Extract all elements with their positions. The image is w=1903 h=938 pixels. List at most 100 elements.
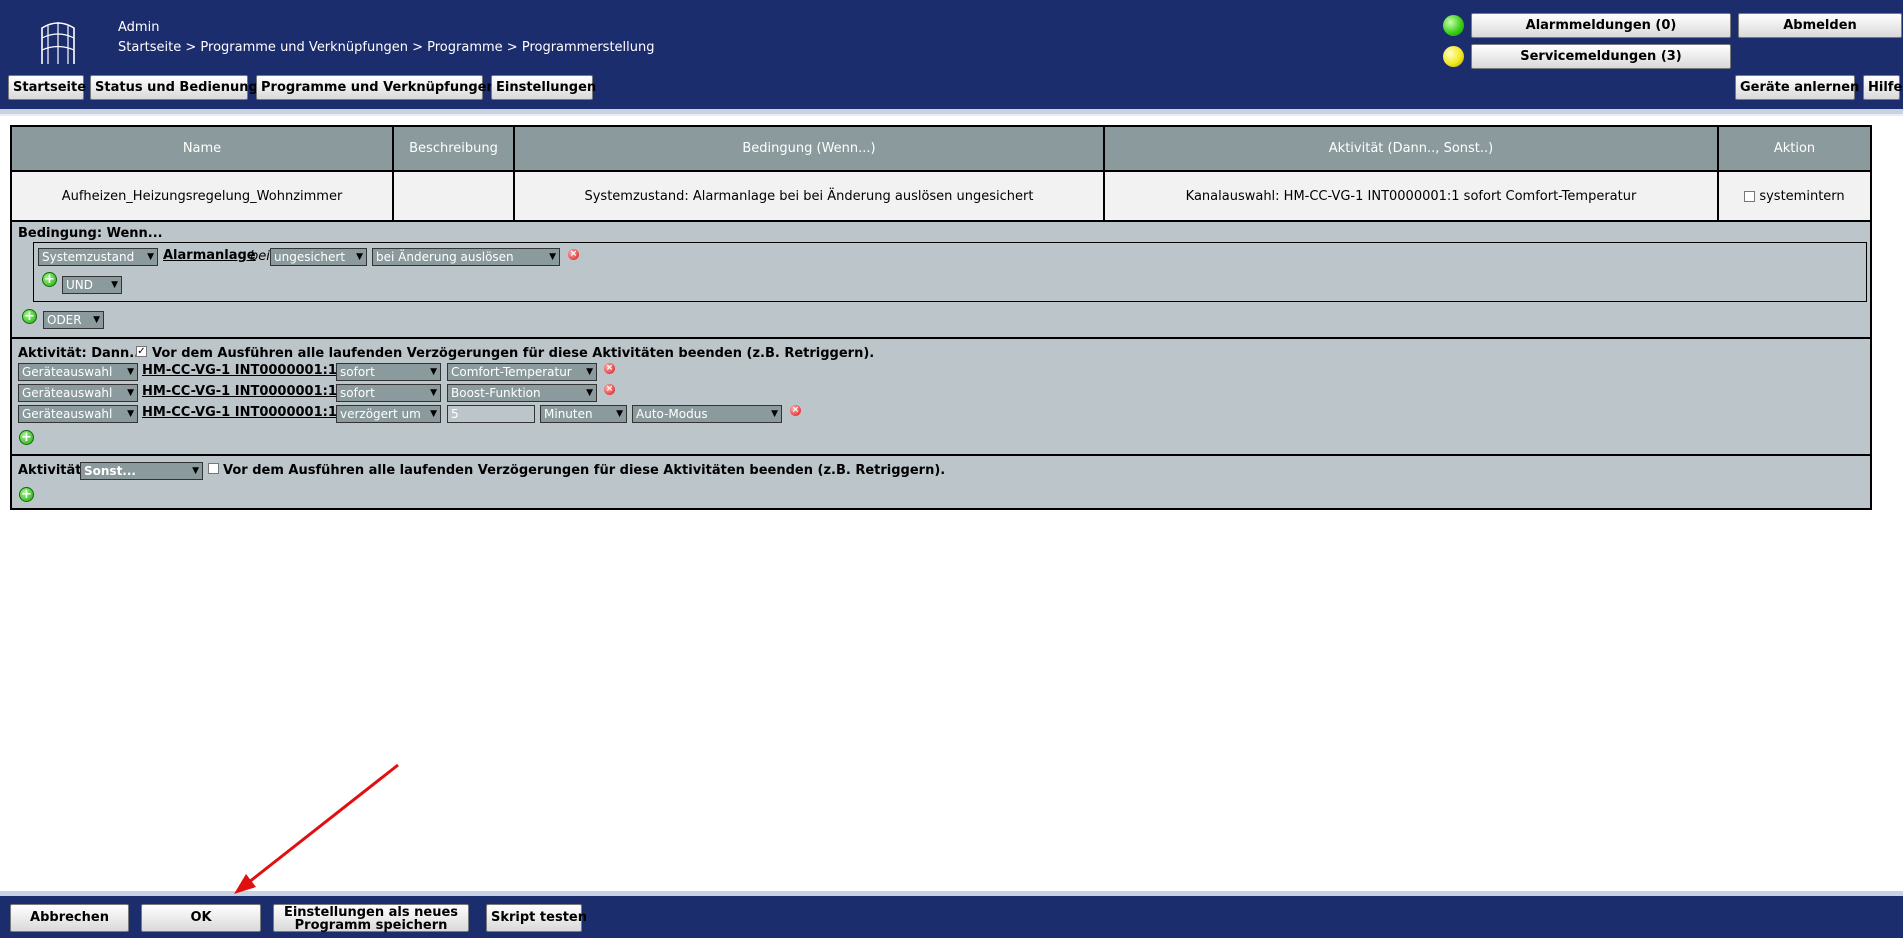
nav-startseite-button[interactable]: Startseite xyxy=(8,75,86,100)
breadcrumb-separator: > xyxy=(181,40,201,55)
program-description-cell[interactable] xyxy=(392,171,515,222)
then-title: Aktivität: Dann... xyxy=(18,346,145,361)
dropdown-arrow-icon: ▼ xyxy=(192,466,199,476)
program-name-cell[interactable]: Aufheizen_Heizungsregelung_Wohnzimmer xyxy=(12,171,394,222)
nav-settings-button[interactable]: Einstellungen xyxy=(491,75,596,100)
condition-state-value: ungesichert xyxy=(274,250,346,264)
then-row1-timing-select[interactable]: sofort ▼ xyxy=(336,363,441,381)
dropdown-arrow-icon: ▼ xyxy=(430,388,437,398)
then-row2-timing-select[interactable]: sofort ▼ xyxy=(336,384,441,402)
breadcrumb-separator: > xyxy=(407,40,428,55)
column-header-description: Beschreibung xyxy=(392,127,515,172)
save-as-new-program-button[interactable]: Einstellungen als neues Programm speiche… xyxy=(273,904,469,932)
breadcrumb-item[interactable]: Programme xyxy=(427,40,503,55)
logout-button[interactable]: Abmelden xyxy=(1738,13,1902,38)
or-operator-select[interactable]: ODER ▼ xyxy=(43,311,104,329)
then-row2-device-link[interactable]: HM-CC-VG-1 INT0000001:1 xyxy=(142,384,337,399)
then-row3-device-link[interactable]: HM-CC-VG-1 INT0000001:1 xyxy=(142,405,337,420)
help-button[interactable]: Hilfe xyxy=(1863,75,1902,100)
nav-programs-button[interactable]: Programme und Verknüpfungen xyxy=(256,75,496,100)
else-select-value: Sonst... xyxy=(84,464,136,478)
condition-type-select[interactable]: Systemzustand ▼ xyxy=(38,248,158,266)
then-row3-unit-select[interactable]: Minuten ▼ xyxy=(540,405,627,423)
save-as-new-line2: Programm speichern xyxy=(294,918,448,933)
add-or-condition-icon[interactable]: + xyxy=(22,309,37,324)
then-row2-timing-value: sofort xyxy=(340,386,375,400)
condition-target-link[interactable]: Alarmanlage xyxy=(163,248,256,263)
then-row3-unit-value: Minuten xyxy=(544,407,593,421)
add-else-activity-icon[interactable]: + xyxy=(19,487,34,502)
else-activity-section: Aktivität: Sonst... ▼ Vor dem Ausführen a… xyxy=(12,454,1870,508)
breadcrumb-item[interactable]: Programme und Verknüpfungen xyxy=(200,40,408,55)
column-header-activity: Aktivität (Dann.., Sonst..) xyxy=(1103,127,1719,172)
then-row3-type-value: Geräteauswahl xyxy=(22,407,113,421)
then-row2-value-select[interactable]: Boost-Funktion ▼ xyxy=(447,384,597,402)
then-activity-section: Aktivität: Dann... ✓ Vor dem Ausführen a… xyxy=(12,337,1870,451)
systemintern-label: systemintern xyxy=(1759,188,1845,204)
else-stop-delays-checkbox[interactable] xyxy=(208,463,219,474)
dropdown-arrow-icon: ▼ xyxy=(127,409,134,419)
program-table: Name Beschreibung Bedingung (Wenn...) Ak… xyxy=(12,127,1870,222)
user-name: Admin xyxy=(118,20,160,35)
dropdown-arrow-icon: ▼ xyxy=(127,388,134,398)
breadcrumb-item[interactable]: Startseite xyxy=(118,40,181,55)
condition-group: Systemzustand ▼ Alarmanlage bei ungesiche… xyxy=(33,242,1867,302)
dropdown-arrow-icon: ▼ xyxy=(771,409,778,419)
program-condition-cell: Systemzustand: Alarmanlage bei bei Änder… xyxy=(513,171,1105,222)
column-header-action: Aktion xyxy=(1717,127,1870,172)
homematic-logo-icon xyxy=(41,22,75,64)
remove-then-row2-icon[interactable]: × xyxy=(604,384,615,395)
then-row2-type-value: Geräteauswahl xyxy=(22,386,113,400)
dropdown-arrow-icon: ▼ xyxy=(549,252,556,262)
then-row3-type-select[interactable]: Geräteauswahl ▼ xyxy=(18,405,138,423)
nav-status-button[interactable]: Status und Bedienung xyxy=(90,75,258,100)
systemintern-checkbox[interactable] xyxy=(1744,190,1756,202)
service-messages-button[interactable]: Servicemeldungen (3) xyxy=(1471,44,1731,69)
else-select[interactable]: Sonst... ▼ xyxy=(80,462,203,480)
then-row3-value-select[interactable]: Auto-Modus ▼ xyxy=(632,405,782,423)
condition-title: Bedingung: Wenn... xyxy=(18,226,163,241)
alarm-messages-button[interactable]: Alarmmeldungen (0) xyxy=(1471,13,1731,38)
condition-section: Bedingung: Wenn... Systemzustand ▼ Alarma… xyxy=(12,222,1870,332)
test-script-button[interactable]: Skript testen xyxy=(486,904,587,932)
program-action-cell: systemintern xyxy=(1717,171,1870,222)
breadcrumb-item: Programmerstellung xyxy=(521,40,655,55)
then-row1-type-value: Geräteauswahl xyxy=(22,365,113,379)
then-row1-value: Comfort-Temperatur xyxy=(451,365,572,379)
add-then-activity-icon[interactable]: + xyxy=(19,430,34,445)
then-row1-device-link[interactable]: HM-CC-VG-1 INT0000001:1 xyxy=(142,363,337,378)
dropdown-arrow-icon: ▼ xyxy=(111,280,118,290)
remove-then-row1-icon[interactable]: × xyxy=(604,363,615,374)
service-status-yellow-icon xyxy=(1443,46,1464,67)
breadcrumb-separator: > xyxy=(502,40,522,55)
column-header-name: Name xyxy=(12,127,394,172)
then-row1-type-select[interactable]: Geräteauswahl ▼ xyxy=(18,363,138,381)
cancel-button[interactable]: Abbrechen xyxy=(10,904,129,932)
else-stop-delays-label: Vor dem Ausführen alle laufenden Verzöge… xyxy=(223,463,946,478)
dropdown-arrow-icon: ▼ xyxy=(430,409,437,419)
then-stop-delays-label: Vor dem Ausführen alle laufenden Verzöge… xyxy=(152,346,875,361)
alarm-status-green-icon xyxy=(1443,15,1464,36)
column-header-condition: Bedingung (Wenn...) xyxy=(513,127,1105,172)
then-row3-timing-select[interactable]: verzögert um ▼ xyxy=(336,405,441,423)
header-divider xyxy=(0,109,1903,116)
condition-state-select[interactable]: ungesichert ▼ xyxy=(270,248,367,266)
ok-button[interactable]: OK xyxy=(141,904,261,932)
then-row1-timing-value: sofort xyxy=(340,365,375,379)
then-row1-value-select[interactable]: Comfort-Temperatur ▼ xyxy=(447,363,597,381)
add-condition-icon[interactable]: + xyxy=(42,272,57,287)
then-row3-delay-input[interactable]: 5 xyxy=(447,405,535,423)
and-operator-select[interactable]: UND ▼ xyxy=(62,276,122,294)
condition-type-value: Systemzustand xyxy=(42,250,135,264)
then-row2-type-select[interactable]: Geräteauswahl ▼ xyxy=(18,384,138,402)
then-stop-delays-checkbox[interactable]: ✓ xyxy=(136,346,147,357)
dropdown-arrow-icon: ▼ xyxy=(127,367,134,377)
breadcrumb: Startseite > Programme und Verknüpfungen… xyxy=(118,40,655,55)
remove-condition-icon[interactable]: × xyxy=(568,249,579,260)
condition-trigger-select[interactable]: bei Änderung auslösen ▼ xyxy=(372,248,560,266)
dropdown-arrow-icon: ▼ xyxy=(147,252,154,262)
then-row3-value: Auto-Modus xyxy=(636,407,708,421)
remove-then-row3-icon[interactable]: × xyxy=(790,405,801,416)
and-operator-value: UND xyxy=(66,278,93,292)
teach-devices-button[interactable]: Geräte anlernen xyxy=(1735,75,1859,100)
